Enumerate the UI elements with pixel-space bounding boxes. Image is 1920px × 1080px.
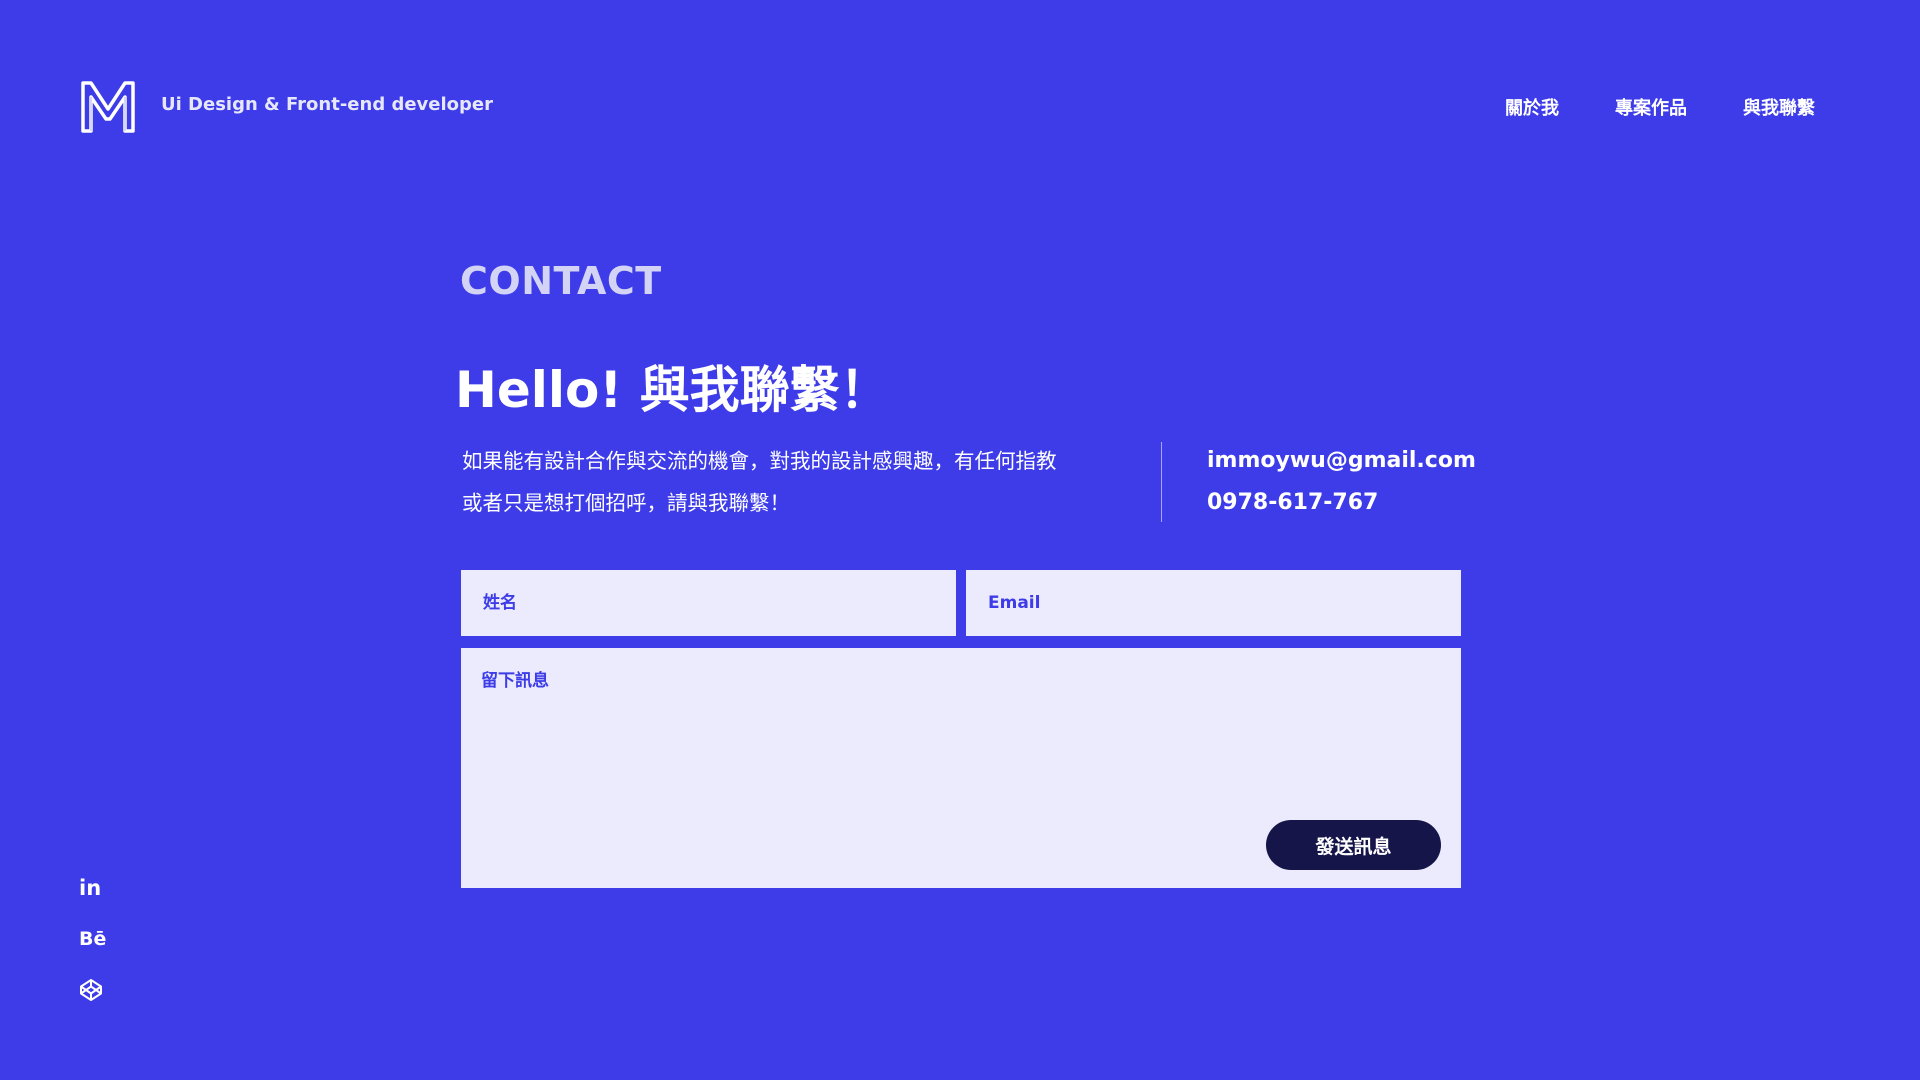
- codepen-icon[interactable]: [79, 978, 103, 1002]
- vertical-divider: [1161, 442, 1162, 522]
- linkedin-icon[interactable]: in: [79, 876, 101, 900]
- contact-page: Ui Design & Front-end developer 關於我 專案作品…: [0, 0, 1920, 1080]
- name-field[interactable]: [461, 570, 956, 636]
- main-nav: 關於我 專案作品 與我聯繫: [1505, 94, 1815, 120]
- contact-info: immoywu@gmail.com 0978-617-767: [1207, 440, 1476, 524]
- intro-line-1: 如果能有設計合作與交流的機會，對我的設計感興趣，有任何指教: [462, 449, 1057, 473]
- page-title: Hello! 與我聯繫！: [455, 361, 890, 419]
- section-label: CONTACT: [460, 259, 662, 303]
- site-tagline: Ui Design & Front-end developer: [161, 94, 494, 115]
- message-container: 發送訊息: [461, 648, 1461, 888]
- nav-item-about[interactable]: 關於我: [1505, 94, 1559, 120]
- intro-text: 如果能有設計合作與交流的機會，對我的設計感興趣，有任何指教 或者只是想打個招呼，…: [462, 440, 1142, 524]
- email-link[interactable]: immoywu@gmail.com: [1207, 440, 1476, 482]
- intro-line-2: 或者只是想打個招呼，請與我聯繫！: [462, 491, 790, 515]
- email-field[interactable]: [966, 570, 1461, 636]
- send-message-button[interactable]: 發送訊息: [1266, 820, 1441, 870]
- behance-icon[interactable]: Bē: [79, 928, 106, 950]
- phone-link[interactable]: 0978-617-767: [1207, 482, 1476, 524]
- nav-item-projects[interactable]: 專案作品: [1615, 94, 1687, 120]
- nav-item-contact[interactable]: 與我聯繫: [1743, 94, 1815, 120]
- logo-icon[interactable]: [79, 79, 137, 133]
